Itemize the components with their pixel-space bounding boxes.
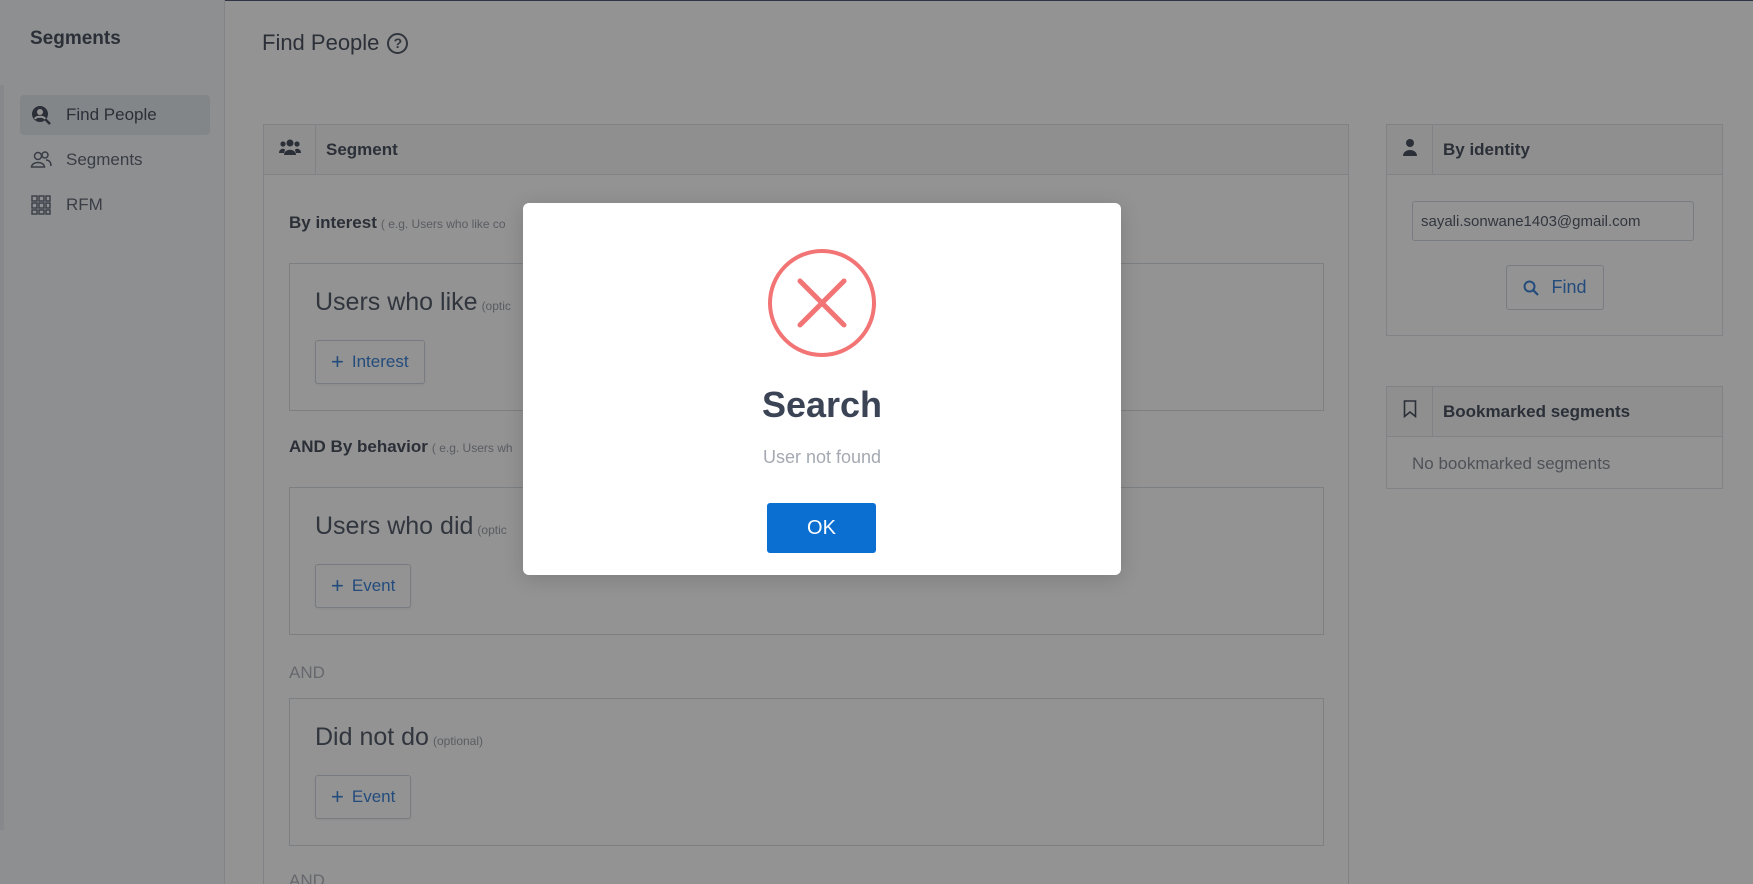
- dialog-message: User not found: [762, 447, 882, 467]
- dialog-title: Search: [761, 384, 883, 425]
- error-x-icon: [767, 248, 877, 358]
- ok-button[interactable]: OK: [767, 503, 876, 553]
- error-dialog: Search User not found OK: [523, 203, 1121, 575]
